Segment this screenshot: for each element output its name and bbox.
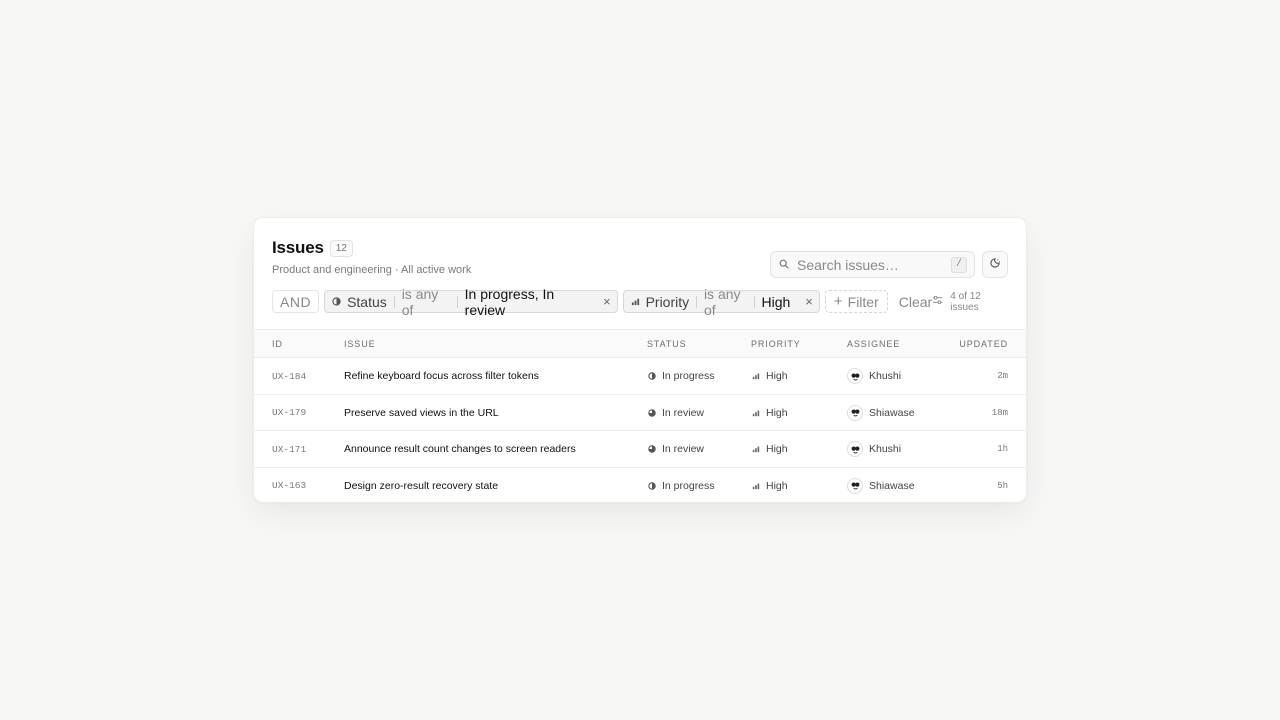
issue-title[interactable]: Announce result count changes to screen … <box>344 431 576 467</box>
status-cell[interactable]: In review <box>648 431 704 467</box>
assignee-cell[interactable]: Khushi <box>847 358 901 394</box>
priority-high-icon <box>752 482 760 490</box>
avatar <box>847 477 863 494</box>
result-count: 4 of 12 issues <box>932 291 1008 313</box>
search-shortcut-key: / <box>951 256 967 273</box>
filter-token-priority[interactable]: Priority is any of High × <box>622 286 820 318</box>
in-progress-icon <box>648 372 656 380</box>
in-review-icon <box>648 408 656 417</box>
column-header-issue[interactable]: ISSUE <box>344 339 376 349</box>
status-icon <box>332 297 341 306</box>
priority-label: High <box>766 443 788 455</box>
plus-icon: + <box>833 293 843 310</box>
issue-id: UX-179 <box>272 407 307 418</box>
filter-field[interactable]: Priority <box>646 294 697 310</box>
avatar <box>847 368 863 384</box>
issues-table: ID ISSUE STATUS PRIORITY ASSIGNEE UPDATE… <box>254 329 1026 503</box>
updated-time: 1h <box>997 444 1008 454</box>
conjunction-toggle[interactable]: AND <box>272 290 320 313</box>
status-cell[interactable]: In review <box>648 395 704 431</box>
remove-filter-button[interactable]: × <box>797 291 819 312</box>
column-header-assignee[interactable]: ASSIGNEE <box>847 339 900 349</box>
page-title: Issues <box>272 238 324 257</box>
filter-bar: AND Status is any of In progress, In rev… <box>272 286 1008 318</box>
assignee-cell[interactable]: Khushi <box>847 431 901 467</box>
issue-title[interactable]: Preserve saved views in the URL <box>344 395 499 431</box>
updated-time: 2m <box>997 371 1008 381</box>
issue-count-badge: 12 <box>329 239 353 257</box>
table-header: ID ISSUE STATUS PRIORITY ASSIGNEE UPDATE… <box>254 329 1026 358</box>
priority-label: High <box>766 479 788 492</box>
priority-cell[interactable]: High <box>752 358 788 394</box>
sliders-icon <box>932 295 950 308</box>
status-label: In review <box>662 406 705 419</box>
column-header-id[interactable]: ID <box>272 339 283 349</box>
filter-operator[interactable]: is any of <box>395 286 457 318</box>
assignee-cell[interactable]: Shiawase <box>847 395 915 431</box>
filter-token-status[interactable]: Status is any of In progress, In review … <box>324 286 618 318</box>
add-filter-button[interactable]: + Filter <box>824 290 888 313</box>
filter-value[interactable]: In progress, In review <box>458 286 595 318</box>
priority-cell[interactable]: High <box>752 395 788 431</box>
close-icon: × <box>602 294 611 309</box>
assignee-name: Khushi <box>869 370 902 382</box>
priority-cell[interactable]: High <box>752 468 788 503</box>
issue-id: UX-171 <box>272 443 307 455</box>
avatar <box>847 404 863 421</box>
priority-label: High <box>766 406 788 419</box>
theme-toggle-button[interactable] <box>982 251 1008 278</box>
in-review-icon <box>648 445 656 453</box>
filter-field[interactable]: Status <box>347 294 394 310</box>
column-header-status[interactable]: STATUS <box>647 339 687 349</box>
issue-title[interactable]: Refine keyboard focus across filter toke… <box>344 358 539 394</box>
assignee-name: Shiawase <box>869 406 915 419</box>
status-cell[interactable]: In progress <box>648 358 715 394</box>
table-row[interactable]: UX-179 Preserve saved views in the URL I… <box>254 395 1026 431</box>
in-progress-icon <box>648 481 656 490</box>
priority-high-icon <box>752 445 760 453</box>
column-header-updated[interactable]: UPDATED <box>959 339 1008 349</box>
priority-high-icon <box>752 372 760 380</box>
search-input[interactable] <box>797 256 951 273</box>
issues-card: Issues 12 Product and engineering · All … <box>253 217 1027 503</box>
assignee-name: Khushi <box>869 443 902 455</box>
clear-filters-button[interactable]: Clear <box>899 294 932 310</box>
priority-icon <box>631 297 640 306</box>
table-row[interactable]: UX-171 Announce result count changes to … <box>254 431 1026 468</box>
status-label: In review <box>662 443 705 455</box>
assignee-name: Shiawase <box>869 479 915 492</box>
table-row[interactable]: UX-184 Refine keyboard focus across filt… <box>254 358 1026 395</box>
issue-id: UX-184 <box>272 370 307 382</box>
updated-time: 18m <box>991 407 1008 418</box>
priority-high-icon <box>752 409 760 417</box>
table-row[interactable]: UX-163 Design zero-result recovery state… <box>254 468 1026 503</box>
close-icon: × <box>805 294 813 309</box>
theme-toggle-icon <box>989 256 1001 274</box>
priority-label: High <box>766 370 788 382</box>
remove-filter-button[interactable]: × <box>595 291 617 312</box>
filter-value[interactable]: High <box>754 294 797 310</box>
search-icon <box>779 256 789 274</box>
updated-time: 5h <box>997 480 1008 491</box>
status-label: In progress <box>662 479 715 492</box>
filter-operator[interactable]: is any of <box>697 286 754 318</box>
column-header-priority[interactable]: PRIORITY <box>751 339 801 349</box>
result-count-text: 4 of 12 issues <box>950 290 981 313</box>
priority-cell[interactable]: High <box>752 431 788 467</box>
issue-id: UX-163 <box>272 480 307 491</box>
status-cell[interactable]: In progress <box>648 468 715 503</box>
avatar <box>847 441 863 457</box>
assignee-cell[interactable]: Shiawase <box>847 468 915 503</box>
search-box[interactable]: / <box>770 251 975 278</box>
add-filter-label: Filter <box>847 293 879 310</box>
issue-title[interactable]: Design zero-result recovery state <box>344 468 498 503</box>
status-label: In progress <box>662 370 715 382</box>
